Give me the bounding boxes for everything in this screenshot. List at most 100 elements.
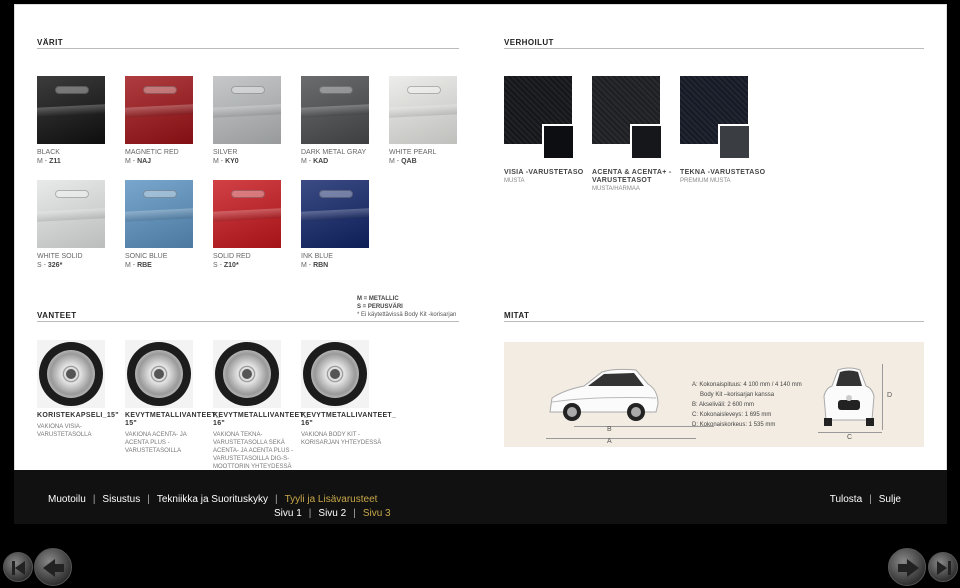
color-name: SOLID RED	[213, 253, 251, 260]
bottom-navigation: Muotoilu | Sisustus | Tekniikka ja Suoritusk…	[14, 470, 947, 524]
dimension-line-a	[546, 438, 696, 439]
dimension-label-c: C	[847, 434, 853, 441]
wheel-image	[213, 340, 281, 408]
nav-separator: |	[147, 494, 150, 505]
color-code: M - KY0	[213, 158, 239, 165]
color-label: WHITE PEARL M - QAB	[389, 148, 469, 166]
color-label: SILVER M - KY0	[213, 148, 293, 166]
page-link-1[interactable]: Sivu 2	[318, 508, 346, 519]
brochure-page: VÄRIT VERHOILUT BLACK M - Z11 MAGNETIC RED…	[14, 4, 947, 524]
color-code: M - RBN	[301, 262, 329, 269]
color-code: M - NAJ	[125, 158, 152, 165]
color-name: DARK METAL GRAY	[301, 149, 367, 156]
door-handle	[143, 190, 177, 198]
color-swatch	[213, 180, 281, 248]
color-label: SONIC BLUE M - RBE	[125, 252, 205, 270]
section-title-upholstery: VERHOILUT	[504, 38, 554, 47]
nav-separator: |	[92, 494, 96, 505]
color-swatch	[213, 76, 281, 144]
dimensions-panel: B A A: Kokonaispituus: 4 100 mm / 4 140 …	[504, 342, 924, 447]
wheel-label: KORISTEKAPSELI_15" VAKIONA VISIA-VARUSTET…	[37, 412, 121, 439]
color-label: SOLID RED S - Z10*	[213, 252, 293, 270]
wheel-description: VAKIONA TEKNA-VARUSTETASOLLA SEKÄ ACENTA…	[213, 432, 294, 470]
main-nav: Muotoilu | Sisustus | Tekniikka ja Suoritusk…	[48, 494, 377, 505]
nav-link-2[interactable]: Tekniikka ja Suorituskyky	[157, 494, 268, 505]
page-link-0[interactable]: Sivu 1	[274, 508, 302, 519]
color-swatch	[301, 76, 369, 144]
dimension-line-d	[882, 364, 883, 430]
next-page-button[interactable]	[888, 548, 926, 586]
fabric-name: TEKNA -VARUSTETASO	[680, 169, 766, 176]
dimension-label-d: D	[887, 392, 893, 399]
utility-link-0[interactable]: Tulosta	[830, 494, 862, 505]
color-code: M - Z11	[37, 158, 61, 165]
spec-length: A: Kokonaispituus: 4 100 mm / 4 140 mm	[692, 382, 802, 388]
section-title-dimensions: MITAT	[504, 311, 530, 320]
wheel-description: VAKIONA ACENTA- JA ACENTA PLUS -VARUSTET…	[125, 432, 187, 454]
previous-page-button[interactable]	[34, 548, 72, 586]
color-swatch	[37, 76, 105, 144]
fabric-detail-swatch	[542, 124, 575, 160]
wheel-description: VAKIONA BODY KIT -KORISARJAN YHTEYDESSÄ	[301, 432, 382, 446]
fabric-name: ACENTA & ACENTA+ -VARUSTETASOT	[592, 169, 672, 184]
nav-separator: |	[274, 494, 278, 505]
color-swatch	[125, 76, 193, 144]
spec-width: C: Kokonaisleveys: 1 695 mm	[692, 412, 772, 418]
wheel-description: VAKIONA VISIA-VARUSTETASOLLA	[37, 424, 92, 438]
fabric-detail-swatch	[630, 124, 663, 160]
color-swatch	[125, 180, 193, 248]
legend-note: * Ei käytettävissä Body Kit -korisarjan	[357, 312, 457, 318]
car-side-view	[549, 368, 659, 421]
section-title-wheels: VANTEET	[37, 311, 77, 320]
fabric-label: ACENTA & ACENTA+ -VARUSTETASOT MUSTA/HARM…	[592, 169, 682, 193]
dimension-label-b: B	[607, 426, 612, 433]
color-swatch	[301, 180, 369, 248]
utility-nav: Tulosta | Sulje	[830, 494, 901, 505]
car-front-view	[823, 367, 875, 426]
color-swatch	[389, 76, 457, 144]
door-handle	[143, 86, 177, 94]
color-name: WHITE PEARL	[389, 149, 437, 156]
nav-link-3[interactable]: Tyyli ja Lisävarusteet	[285, 494, 378, 505]
color-code: S - 326*	[37, 262, 63, 269]
last-page-button[interactable]	[928, 552, 958, 582]
wheel-image	[37, 340, 105, 408]
wheel-image	[301, 340, 369, 408]
legend-solid: S = PERUSVÄRI	[357, 304, 403, 310]
color-legend: M = METALLIC S = PERUSVÄRI * Ei käytettä…	[357, 295, 456, 319]
door-handle	[231, 86, 265, 94]
color-code: M - RBE	[125, 262, 152, 269]
wheel-label: KEVYTMETALLIVANTEET_ 16" VAKIONA BODY KIT…	[301, 412, 396, 447]
door-handle	[319, 86, 353, 94]
dimension-line-c	[818, 432, 882, 433]
utility-link-1[interactable]: Sulje	[879, 494, 901, 505]
page-link-2[interactable]: Sivu 3	[363, 508, 391, 519]
fabric-color: MUSTA/HARMAA	[592, 186, 640, 192]
first-page-button[interactable]	[3, 552, 33, 582]
color-label: INK BLUE M - RBN	[301, 252, 381, 270]
color-code: M - KAD	[301, 158, 329, 165]
nav-separator: |	[869, 494, 872, 505]
color-name: INK BLUE	[301, 253, 333, 260]
nav-separator: |	[353, 508, 356, 519]
color-swatch	[37, 180, 105, 248]
color-name: SILVER	[213, 149, 238, 156]
wheel-name: KEVYTMETALLIVANTEET_ 15"	[125, 412, 221, 427]
color-label: MAGNETIC RED M - NAJ	[125, 148, 205, 166]
spec-length-bodykit: Body Kit –korisarjan kanssa	[700, 392, 775, 398]
color-label: WHITE SOLID S - 326*	[37, 252, 117, 270]
nav-link-1[interactable]: Sisustus	[102, 494, 140, 505]
spec-height: D: Kokonaiskorkeus: 1 535 mm	[692, 422, 776, 428]
fabric-detail-swatch	[718, 124, 751, 160]
color-name: MAGNETIC RED	[125, 149, 179, 156]
wheel-label: KEVYTMETALLIVANTEET_ 16" VAKIONA TEKNA-VA…	[213, 412, 308, 471]
color-name: SONIC BLUE	[125, 253, 168, 260]
fabric-name: VISIA -VARUSTETASO	[504, 169, 584, 176]
nav-separator: |	[308, 508, 312, 519]
divider	[504, 321, 924, 322]
nav-link-0[interactable]: Muotoilu	[48, 494, 86, 505]
divider	[504, 48, 924, 49]
divider	[37, 48, 459, 49]
wheel-name: KORISTEKAPSELI_15"	[37, 412, 119, 419]
fabric-color: PREMIUM MUSTA	[680, 178, 731, 184]
